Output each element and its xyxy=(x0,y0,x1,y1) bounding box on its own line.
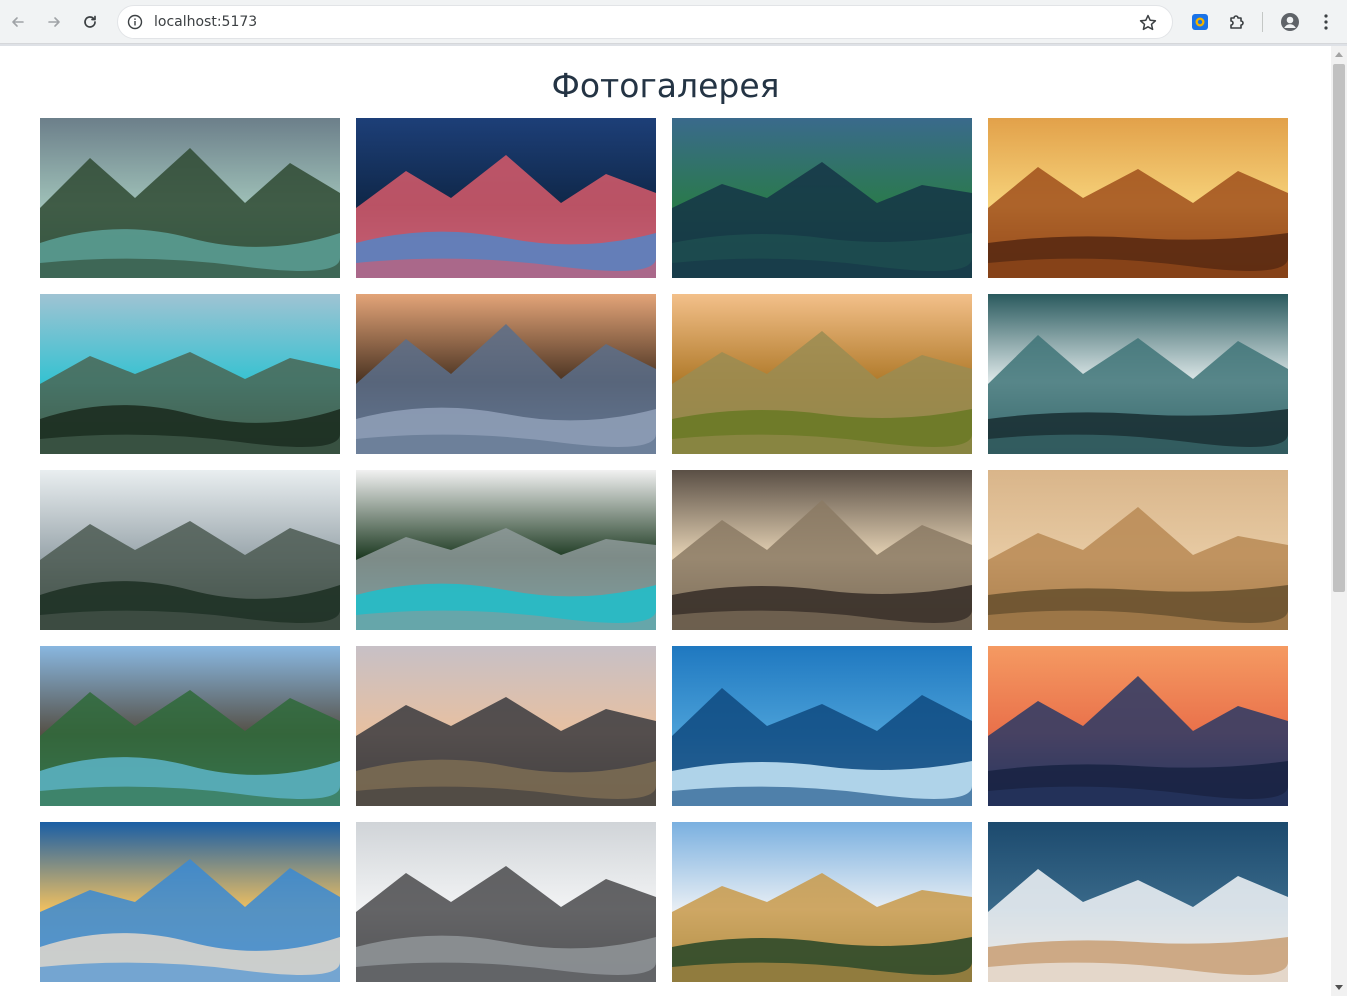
page-viewport: Фотогалерея xyxy=(0,46,1331,996)
photo-image xyxy=(672,646,972,806)
toolbar-separator xyxy=(1262,12,1263,32)
menu-icon xyxy=(1324,14,1328,30)
forward-button[interactable] xyxy=(40,8,68,36)
gallery-photo-valley-lake[interactable] xyxy=(40,294,340,454)
photo-image xyxy=(356,470,656,630)
photo-image xyxy=(988,822,1288,982)
gallery-photo-mountain-valley[interactable] xyxy=(40,470,340,630)
gallery-photo-mountain-river[interactable] xyxy=(40,646,340,806)
gallery-photo-open-road[interactable] xyxy=(356,646,656,806)
address-bar[interactable]: localhost:5173 xyxy=(117,5,1173,39)
gallery-photo-glacier-road[interactable] xyxy=(356,822,656,982)
photo-image xyxy=(40,822,340,982)
gallery-photo-tuscany-hills[interactable] xyxy=(988,470,1288,630)
gallery-photo-lighthouse[interactable] xyxy=(40,822,340,982)
profile-button[interactable] xyxy=(1278,10,1302,34)
reload-button[interactable] xyxy=(76,8,104,36)
photo-image xyxy=(40,118,340,278)
browser-toolbar: localhost:5173 xyxy=(0,0,1347,44)
reload-icon xyxy=(84,15,96,28)
back-icon xyxy=(12,17,24,27)
photo-image xyxy=(988,646,1288,806)
gallery-photo-blue-mountains[interactable] xyxy=(672,646,972,806)
photo-image xyxy=(672,470,972,630)
bookmark-star-icon[interactable] xyxy=(1138,13,1158,33)
scroll-up-arrow-icon[interactable] xyxy=(1335,52,1343,57)
site-info-icon[interactable] xyxy=(127,14,143,30)
photo-image xyxy=(672,294,972,454)
gallery-photo-mountain-lake[interactable] xyxy=(40,118,340,278)
scrollbar-thumb[interactable] xyxy=(1333,64,1345,592)
gallery-photo-snowy-peaks[interactable] xyxy=(988,294,1288,454)
photo-image xyxy=(356,118,656,278)
scroll-down-arrow-icon[interactable] xyxy=(1335,985,1343,990)
photo-image xyxy=(672,822,972,982)
gallery-photo-meadow-forest[interactable] xyxy=(672,822,972,982)
photo-image xyxy=(988,470,1288,630)
extension-button[interactable] xyxy=(1188,10,1212,34)
gallery-photo-rocky-coast[interactable] xyxy=(356,294,656,454)
photo-gallery-grid xyxy=(40,118,1288,982)
gallery-photo-pier-sunset[interactable] xyxy=(356,118,656,278)
browser-chrome: localhost:5173 xyxy=(0,0,1347,46)
photo-image xyxy=(356,294,656,454)
photo-image xyxy=(40,646,340,806)
photo-image xyxy=(988,118,1288,278)
photo-image xyxy=(356,822,656,982)
gallery-photo-volcano-valley[interactable] xyxy=(672,118,972,278)
forward-icon xyxy=(48,17,60,27)
photo-image xyxy=(40,470,340,630)
gallery-photo-turquoise-lake[interactable] xyxy=(356,470,656,630)
photo-image xyxy=(988,294,1288,454)
photo-image xyxy=(356,646,656,806)
vertical-scrollbar[interactable] xyxy=(1331,46,1347,996)
gallery-photo-sand-dunes[interactable] xyxy=(672,470,972,630)
page-title: Фотогалерея xyxy=(551,66,780,105)
extension-icon xyxy=(1192,14,1208,30)
gallery-photo-hot-air-balloons[interactable] xyxy=(672,294,972,454)
profile-icon xyxy=(1281,13,1299,31)
puzzle-icon xyxy=(1230,15,1244,29)
gallery-photo-orange-sunset[interactable] xyxy=(988,646,1288,806)
gallery-photo-sunlit-mountains[interactable] xyxy=(988,118,1288,278)
back-button[interactable] xyxy=(4,8,32,36)
browser-menu-button[interactable] xyxy=(1314,10,1338,34)
gallery-photo-cloudy-peak[interactable] xyxy=(988,822,1288,982)
photo-image xyxy=(672,118,972,278)
photo-image xyxy=(40,294,340,454)
extensions-menu-button[interactable] xyxy=(1225,10,1249,34)
url-text: localhost:5173 xyxy=(154,14,258,30)
